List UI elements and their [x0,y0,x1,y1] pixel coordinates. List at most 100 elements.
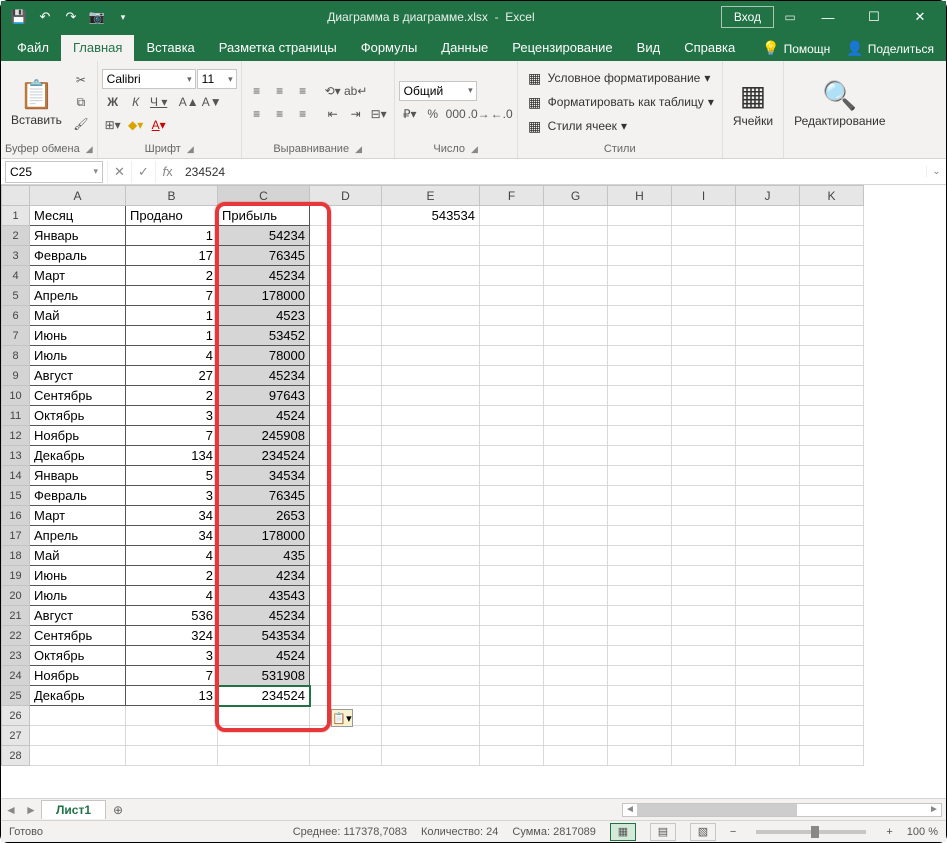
row-header-24[interactable]: 24 [2,666,30,686]
close-button[interactable]: ✕ [898,1,942,33]
tab-review[interactable]: Рецензирование [500,35,624,61]
cell-I22[interactable] [672,626,736,646]
cell-D11[interactable] [310,406,382,426]
cell-C3[interactable]: 76345 [218,246,310,266]
row-header-14[interactable]: 14 [2,466,30,486]
cell-B2[interactable]: 1 [126,226,218,246]
cell-G22[interactable] [544,626,608,646]
font-color-button[interactable]: A▾ [148,115,170,135]
cell-E14[interactable] [382,466,480,486]
cell-H10[interactable] [608,386,672,406]
view-page-layout-button[interactable]: ▤ [650,823,676,841]
cell-I17[interactable] [672,526,736,546]
cell-F8[interactable] [480,346,544,366]
cell-F28[interactable] [480,746,544,766]
cell-D5[interactable] [310,286,382,306]
cell-B19[interactable]: 2 [126,566,218,586]
cell-K13[interactable] [800,446,864,466]
cell-H26[interactable] [608,706,672,726]
cell-H2[interactable] [608,226,672,246]
maximize-button[interactable]: ☐ [852,1,896,33]
cell-I26[interactable] [672,706,736,726]
dialog-launcher-icon[interactable]: ◢ [355,144,362,155]
cell-G26[interactable] [544,706,608,726]
cell-B22[interactable]: 324 [126,626,218,646]
decrease-font-button[interactable]: A▼ [201,92,223,112]
cell-B21[interactable]: 536 [126,606,218,626]
cell-G11[interactable] [544,406,608,426]
cell-G13[interactable] [544,446,608,466]
cell-E17[interactable] [382,526,480,546]
cell-B20[interactable]: 4 [126,586,218,606]
cell-J7[interactable] [736,326,800,346]
cancel-formula-button[interactable]: ✕ [107,161,131,183]
column-header-K[interactable]: K [800,186,864,206]
tab-home[interactable]: Главная [61,35,134,61]
cell-I12[interactable] [672,426,736,446]
dialog-launcher-icon[interactable]: ◢ [471,144,478,155]
cell-C14[interactable]: 34534 [218,466,310,486]
cell-C15[interactable]: 76345 [218,486,310,506]
cell-B28[interactable] [126,746,218,766]
row-header-7[interactable]: 7 [2,326,30,346]
view-normal-button[interactable]: ▦ [610,823,636,841]
cell-D14[interactable] [310,466,382,486]
cell-J6[interactable] [736,306,800,326]
cell-C25[interactable]: 234524 [218,686,310,706]
cell-A7[interactable]: Июнь [30,326,126,346]
cell-C9[interactable]: 45234 [218,366,310,386]
cell-K11[interactable] [800,406,864,426]
cell-G23[interactable] [544,646,608,666]
cell-A5[interactable]: Апрель [30,286,126,306]
cell-K17[interactable] [800,526,864,546]
cell-C23[interactable]: 4524 [218,646,310,666]
font-name-select[interactable]: Calibri [102,69,196,89]
cell-D12[interactable] [310,426,382,446]
tab-view[interactable]: Вид [625,35,673,61]
cell-H25[interactable] [608,686,672,706]
cell-H11[interactable] [608,406,672,426]
enter-formula-button[interactable]: ✓ [131,161,155,183]
row-header-18[interactable]: 18 [2,546,30,566]
tab-file[interactable]: Файл [5,35,61,61]
row-header-19[interactable]: 19 [2,566,30,586]
cell-G18[interactable] [544,546,608,566]
cell-B14[interactable]: 5 [126,466,218,486]
cell-J4[interactable] [736,266,800,286]
cell-A2[interactable]: Январь [30,226,126,246]
cell-E23[interactable] [382,646,480,666]
cell-A16[interactable]: Март [30,506,126,526]
cell-K24[interactable] [800,666,864,686]
cell-D6[interactable] [310,306,382,326]
cell-D2[interactable] [310,226,382,246]
cell-J26[interactable] [736,706,800,726]
row-header-26[interactable]: 26 [2,706,30,726]
cell-A20[interactable]: Июль [30,586,126,606]
cell-F22[interactable] [480,626,544,646]
cell-C27[interactable] [218,726,310,746]
cell-D28[interactable] [310,746,382,766]
tab-formulas[interactable]: Формулы [349,35,430,61]
cell-C21[interactable]: 45234 [218,606,310,626]
cell-K1[interactable] [800,206,864,226]
dialog-launcher-icon[interactable]: ◢ [86,144,93,155]
cell-A14[interactable]: Январь [30,466,126,486]
cell-J3[interactable] [736,246,800,266]
increase-font-button[interactable]: A▲ [178,92,200,112]
cell-G28[interactable] [544,746,608,766]
align-center-button[interactable]: ≡ [269,104,291,124]
cell-B5[interactable]: 7 [126,286,218,306]
cell-G15[interactable] [544,486,608,506]
cell-G8[interactable] [544,346,608,366]
cell-D25[interactable] [310,686,382,706]
cell-I6[interactable] [672,306,736,326]
cell-F20[interactable] [480,586,544,606]
row-header-27[interactable]: 27 [2,726,30,746]
cell-D13[interactable] [310,446,382,466]
zoom-out-button[interactable]: − [730,826,736,838]
cell-F13[interactable] [480,446,544,466]
cell-E12[interactable] [382,426,480,446]
formula-input[interactable]: 234524 [179,165,926,179]
cell-A23[interactable]: Октябрь [30,646,126,666]
cell-J21[interactable] [736,606,800,626]
